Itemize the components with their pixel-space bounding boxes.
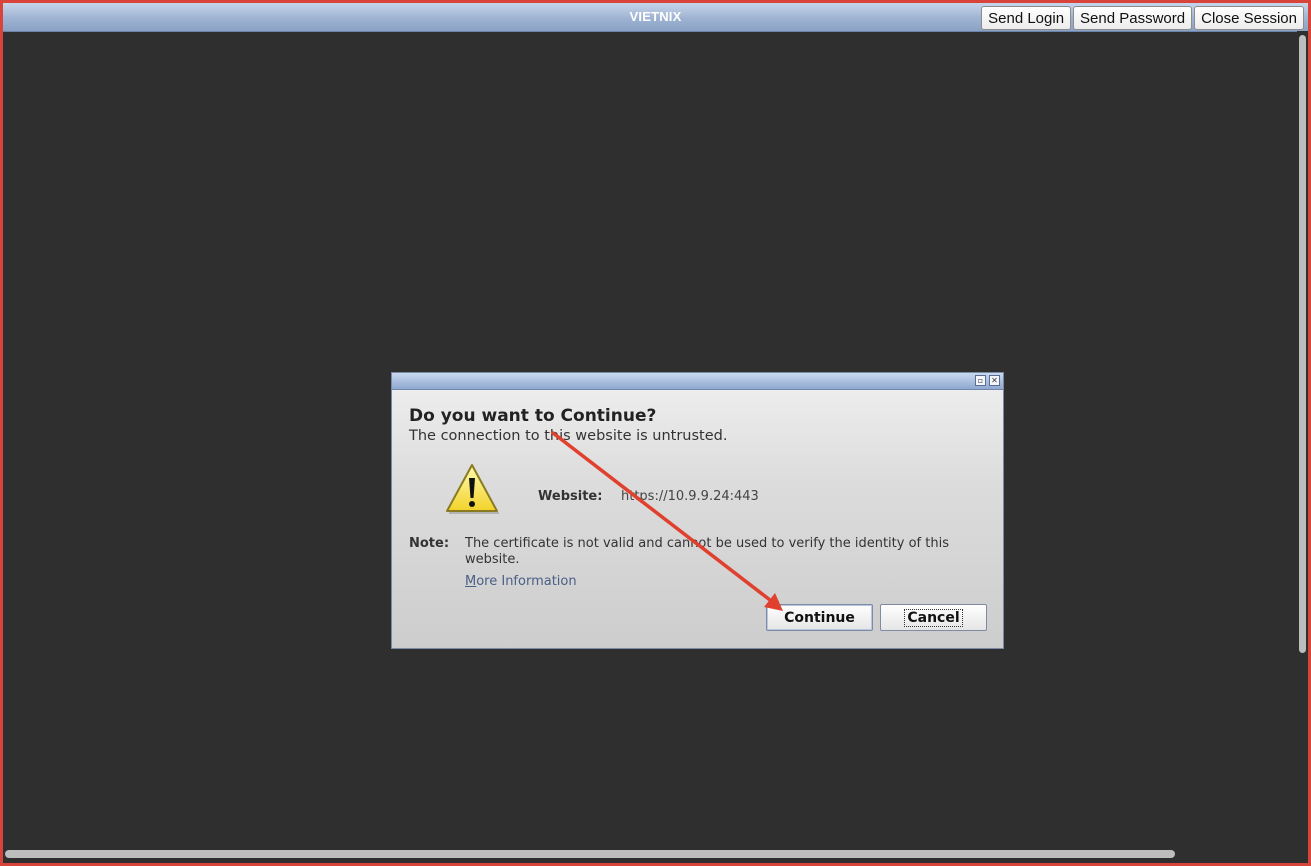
dialog-subheading: The connection to this website is untrus… [409, 428, 728, 444]
note-label: Note: [409, 536, 450, 551]
security-warning-dialog: ▫ ✕ Do you want to Continue? The connect… [391, 372, 1004, 649]
close-icon[interactable]: ✕ [989, 375, 1000, 386]
session-toolbar: VIETNIX Send Login Send Password Close S… [3, 3, 1308, 32]
website-label: Website: [538, 489, 603, 504]
cancel-button[interactable]: Cancel [880, 604, 987, 631]
more-information-link[interactable]: More Information [465, 574, 577, 589]
vertical-scrollbar-thumb[interactable] [1299, 35, 1306, 653]
continue-button[interactable]: Continue [766, 604, 873, 631]
toolbar-buttons: Send Login Send Password Close Session [981, 6, 1304, 30]
close-session-button[interactable]: Close Session [1194, 6, 1304, 30]
send-login-button[interactable]: Send Login [981, 6, 1072, 30]
cancel-label: Cancel [904, 608, 963, 627]
warning-icon [446, 464, 499, 514]
more-info-label: ore Information [476, 574, 577, 589]
restore-icon[interactable]: ▫ [975, 375, 986, 386]
note-text: The certificate is not valid and cannot … [465, 536, 949, 567]
continue-label: Continue [784, 609, 855, 626]
dialog-heading: Do you want to Continue? [409, 406, 657, 426]
horizontal-scrollbar-thumb[interactable] [5, 850, 1175, 858]
website-url: https://10.9.9.24:443 [621, 489, 759, 504]
more-info-mnemonic: M [465, 574, 477, 589]
dialog-titlebar[interactable]: ▫ ✕ [392, 373, 1003, 390]
horizontal-scrollbar[interactable] [3, 849, 1297, 859]
send-password-button[interactable]: Send Password [1073, 6, 1193, 30]
vertical-scrollbar[interactable] [1297, 31, 1308, 851]
